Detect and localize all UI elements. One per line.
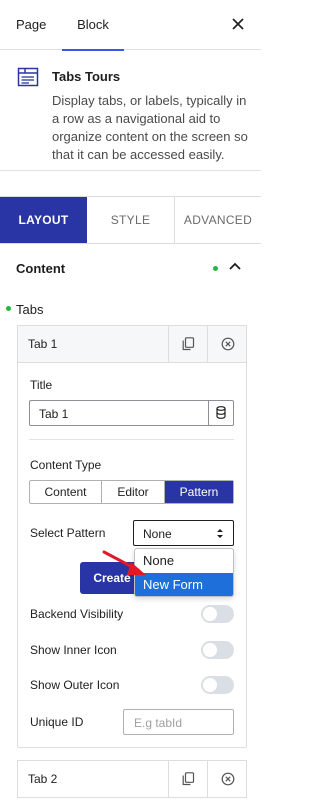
title-label: Title xyxy=(30,378,53,392)
backend-visibility-toggle[interactable] xyxy=(201,605,234,623)
tab-advanced[interactable]: ADVANCED xyxy=(175,197,261,243)
content-type-pattern[interactable]: Pattern xyxy=(165,481,233,503)
remove-tab-button[interactable] xyxy=(207,326,246,362)
content-type-label: Content Type xyxy=(30,458,102,472)
status-dot xyxy=(6,306,11,311)
database-icon xyxy=(216,406,226,419)
block-title: Tabs Tours xyxy=(52,69,121,84)
duplicate-tab-button[interactable] xyxy=(168,761,207,797)
select-pattern-label: Select Pattern xyxy=(30,526,106,540)
tabs-block-icon xyxy=(17,67,39,87)
select-pattern-value: None xyxy=(143,527,172,541)
unique-id-input[interactable]: E.g tabId xyxy=(123,709,234,735)
divider xyxy=(29,439,234,440)
block-card: Tabs Tours Display tabs, or labels, typi… xyxy=(0,51,261,171)
show-outer-icon-toggle[interactable] xyxy=(201,676,234,694)
select-updown-icon xyxy=(217,529,223,538)
show-outer-icon-label: Show Outer Icon xyxy=(30,678,120,692)
content-type-content[interactable]: Content xyxy=(30,481,102,503)
remove-tab-button[interactable] xyxy=(207,761,246,797)
content-type-editor[interactable]: Editor xyxy=(102,481,165,503)
title-field[interactable]: Tab 1 xyxy=(29,400,234,426)
tabs-field-label: Tabs xyxy=(16,302,44,317)
show-inner-icon-toggle[interactable] xyxy=(201,641,234,659)
backend-visibility-label: Backend Visibility xyxy=(30,607,124,621)
tab-page[interactable]: Page xyxy=(16,0,46,50)
block-description: Display tabs, or labels, typically in a … xyxy=(52,93,248,162)
chevron-up-icon[interactable] xyxy=(228,261,242,273)
tab-item-header[interactable]: Tab 1 xyxy=(17,325,247,363)
show-inner-icon-label: Show Inner Icon xyxy=(30,643,117,657)
tab-item-label: Tab 1 xyxy=(28,337,58,351)
unique-id-placeholder: E.g tabId xyxy=(134,716,183,730)
tab-block[interactable]: Block xyxy=(62,0,124,51)
remove-circle-icon xyxy=(221,337,235,351)
remove-circle-icon xyxy=(221,772,235,786)
dynamic-data-button[interactable] xyxy=(208,401,233,425)
settings-tabs: LAYOUT STYLE ADVANCED xyxy=(0,196,261,244)
annotation-arrow-icon xyxy=(102,550,146,575)
tab-item-header[interactable]: Tab 2 xyxy=(17,760,247,798)
content-type-toggle-group: Content Editor Pattern xyxy=(29,480,234,504)
close-icon[interactable] xyxy=(229,15,247,33)
duplicate-tab-button[interactable] xyxy=(168,326,207,362)
tab-style[interactable]: STYLE xyxy=(87,197,175,243)
sidebar-header-tabs: Page Block xyxy=(0,0,261,51)
tab-item-label: Tab 2 xyxy=(28,772,58,786)
status-dot xyxy=(213,266,218,271)
content-panel-title[interactable]: Content xyxy=(16,261,65,276)
copy-icon xyxy=(182,337,195,351)
copy-icon xyxy=(182,772,195,786)
title-value: Tab 1 xyxy=(39,407,69,421)
select-pattern-dropdown[interactable]: None xyxy=(133,520,234,546)
tab-layout[interactable]: LAYOUT xyxy=(0,197,87,243)
unique-id-label: Unique ID xyxy=(30,715,84,729)
